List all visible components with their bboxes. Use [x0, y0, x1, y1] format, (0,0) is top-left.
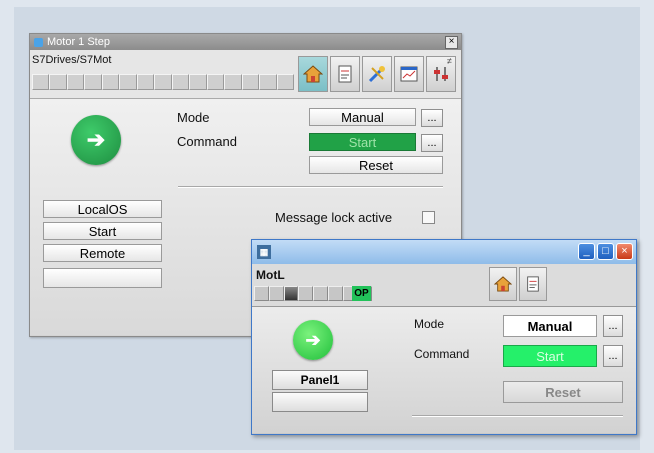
tag-name: MotL	[256, 268, 285, 282]
empty-button[interactable]	[272, 392, 368, 412]
motor-running-icon: ➔	[71, 115, 121, 165]
empty-button[interactable]	[43, 268, 162, 288]
window-title: Motor 1 Step	[47, 36, 110, 48]
command-label: Command	[414, 347, 470, 361]
view-tabs	[298, 56, 456, 92]
reset-button[interactable]: Reset	[503, 381, 623, 403]
reset-button[interactable]: Reset	[309, 156, 443, 174]
faceplate-header: MotL OP	[252, 264, 636, 307]
mode-label: Mode	[177, 110, 210, 125]
mode-label: Mode	[414, 317, 445, 331]
command-more-button[interactable]: ...	[421, 134, 443, 152]
app-icon	[34, 37, 43, 47]
home-icon[interactable]	[489, 267, 517, 301]
maximize-button[interactable]: □	[597, 243, 614, 260]
message-lock-label: Message lock active	[275, 210, 393, 225]
command-label: Command	[177, 134, 237, 149]
mode-more-button[interactable]: ...	[421, 109, 443, 127]
message-lock-checkbox[interactable]	[422, 211, 435, 224]
tools-icon[interactable]	[362, 56, 392, 92]
command-field[interactable]: Start	[503, 345, 597, 367]
localos-button[interactable]: LocalOS	[43, 200, 162, 218]
mode-field[interactable]: Manual	[503, 315, 597, 337]
faceplate-header: S7Drives/S7Mot ≠	[30, 50, 461, 99]
faceplate-icon[interactable]	[330, 56, 360, 92]
divider	[178, 186, 443, 188]
faceplate-icon[interactable]	[519, 267, 547, 301]
mode-more-button[interactable]: ...	[603, 315, 623, 337]
remote-button[interactable]: Remote	[43, 244, 162, 262]
app-icon: ▦	[257, 245, 271, 259]
minimize-button[interactable]: _	[578, 243, 595, 260]
motor-running-icon: ➔	[293, 320, 333, 360]
window-controls: _ □ ×	[578, 243, 633, 260]
motl-window: ▦ _ □ × MotL OP ➔ Mode Manual ... Comman…	[251, 239, 637, 435]
panel-button[interactable]: Panel1	[272, 370, 368, 390]
command-more-button[interactable]: ...	[603, 345, 623, 367]
op-badge: OP	[352, 286, 371, 301]
home-icon[interactable]	[298, 56, 328, 92]
close-button[interactable]: ×	[616, 243, 633, 260]
window-titlebar[interactable]: Motor 1 Step ×	[30, 34, 461, 50]
tag-path: S7Drives/S7Mot	[32, 54, 112, 66]
trend-icon[interactable]	[394, 56, 424, 92]
window-titlebar[interactable]: ▦ _ □ ×	[252, 240, 636, 264]
command-field[interactable]: Start	[309, 133, 416, 151]
view-tabs	[489, 267, 547, 301]
mode-field[interactable]: Manual	[309, 108, 416, 126]
close-button[interactable]: ×	[445, 36, 458, 49]
start-button[interactable]: Start	[43, 222, 162, 240]
faceplate-body: ➔ Mode Manual ... Command Start ... Rese…	[252, 307, 636, 433]
divider	[412, 415, 623, 417]
status-strip	[32, 74, 295, 90]
pin-icon[interactable]: ≠	[447, 56, 457, 66]
